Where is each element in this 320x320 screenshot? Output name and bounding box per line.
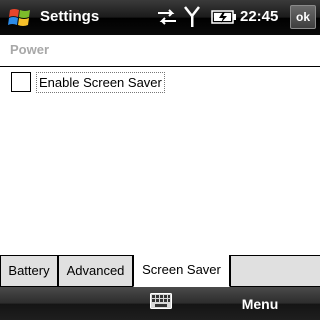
tab-strip-filler <box>230 255 320 287</box>
keyboard-icon[interactable] <box>150 293 172 309</box>
start-windows-logo-icon[interactable] <box>7 5 33 31</box>
clock[interactable]: 22:45 <box>240 8 278 26</box>
section-header-power: Power <box>10 42 50 57</box>
section-divider <box>0 66 320 67</box>
signal-antenna-icon[interactable] <box>184 6 200 28</box>
battery-charging-icon[interactable] <box>211 10 237 24</box>
tab-battery[interactable]: Battery <box>0 255 58 287</box>
enable-screen-saver-checkbox[interactable] <box>11 72 31 92</box>
softkey-bar: Menu <box>0 287 320 320</box>
enable-screen-saver-label[interactable]: Enable Screen Saver <box>36 72 165 93</box>
sync-arrows-icon[interactable] <box>156 7 178 27</box>
title-bar: Settings 22:45 ok <box>0 0 320 35</box>
menu-softkey[interactable]: Menu <box>230 296 290 312</box>
app-title: Settings <box>40 8 100 25</box>
tab-screen-saver[interactable]: Screen Saver <box>133 255 230 287</box>
ok-button[interactable]: ok <box>290 5 316 29</box>
tab-advanced[interactable]: Advanced <box>58 255 133 287</box>
